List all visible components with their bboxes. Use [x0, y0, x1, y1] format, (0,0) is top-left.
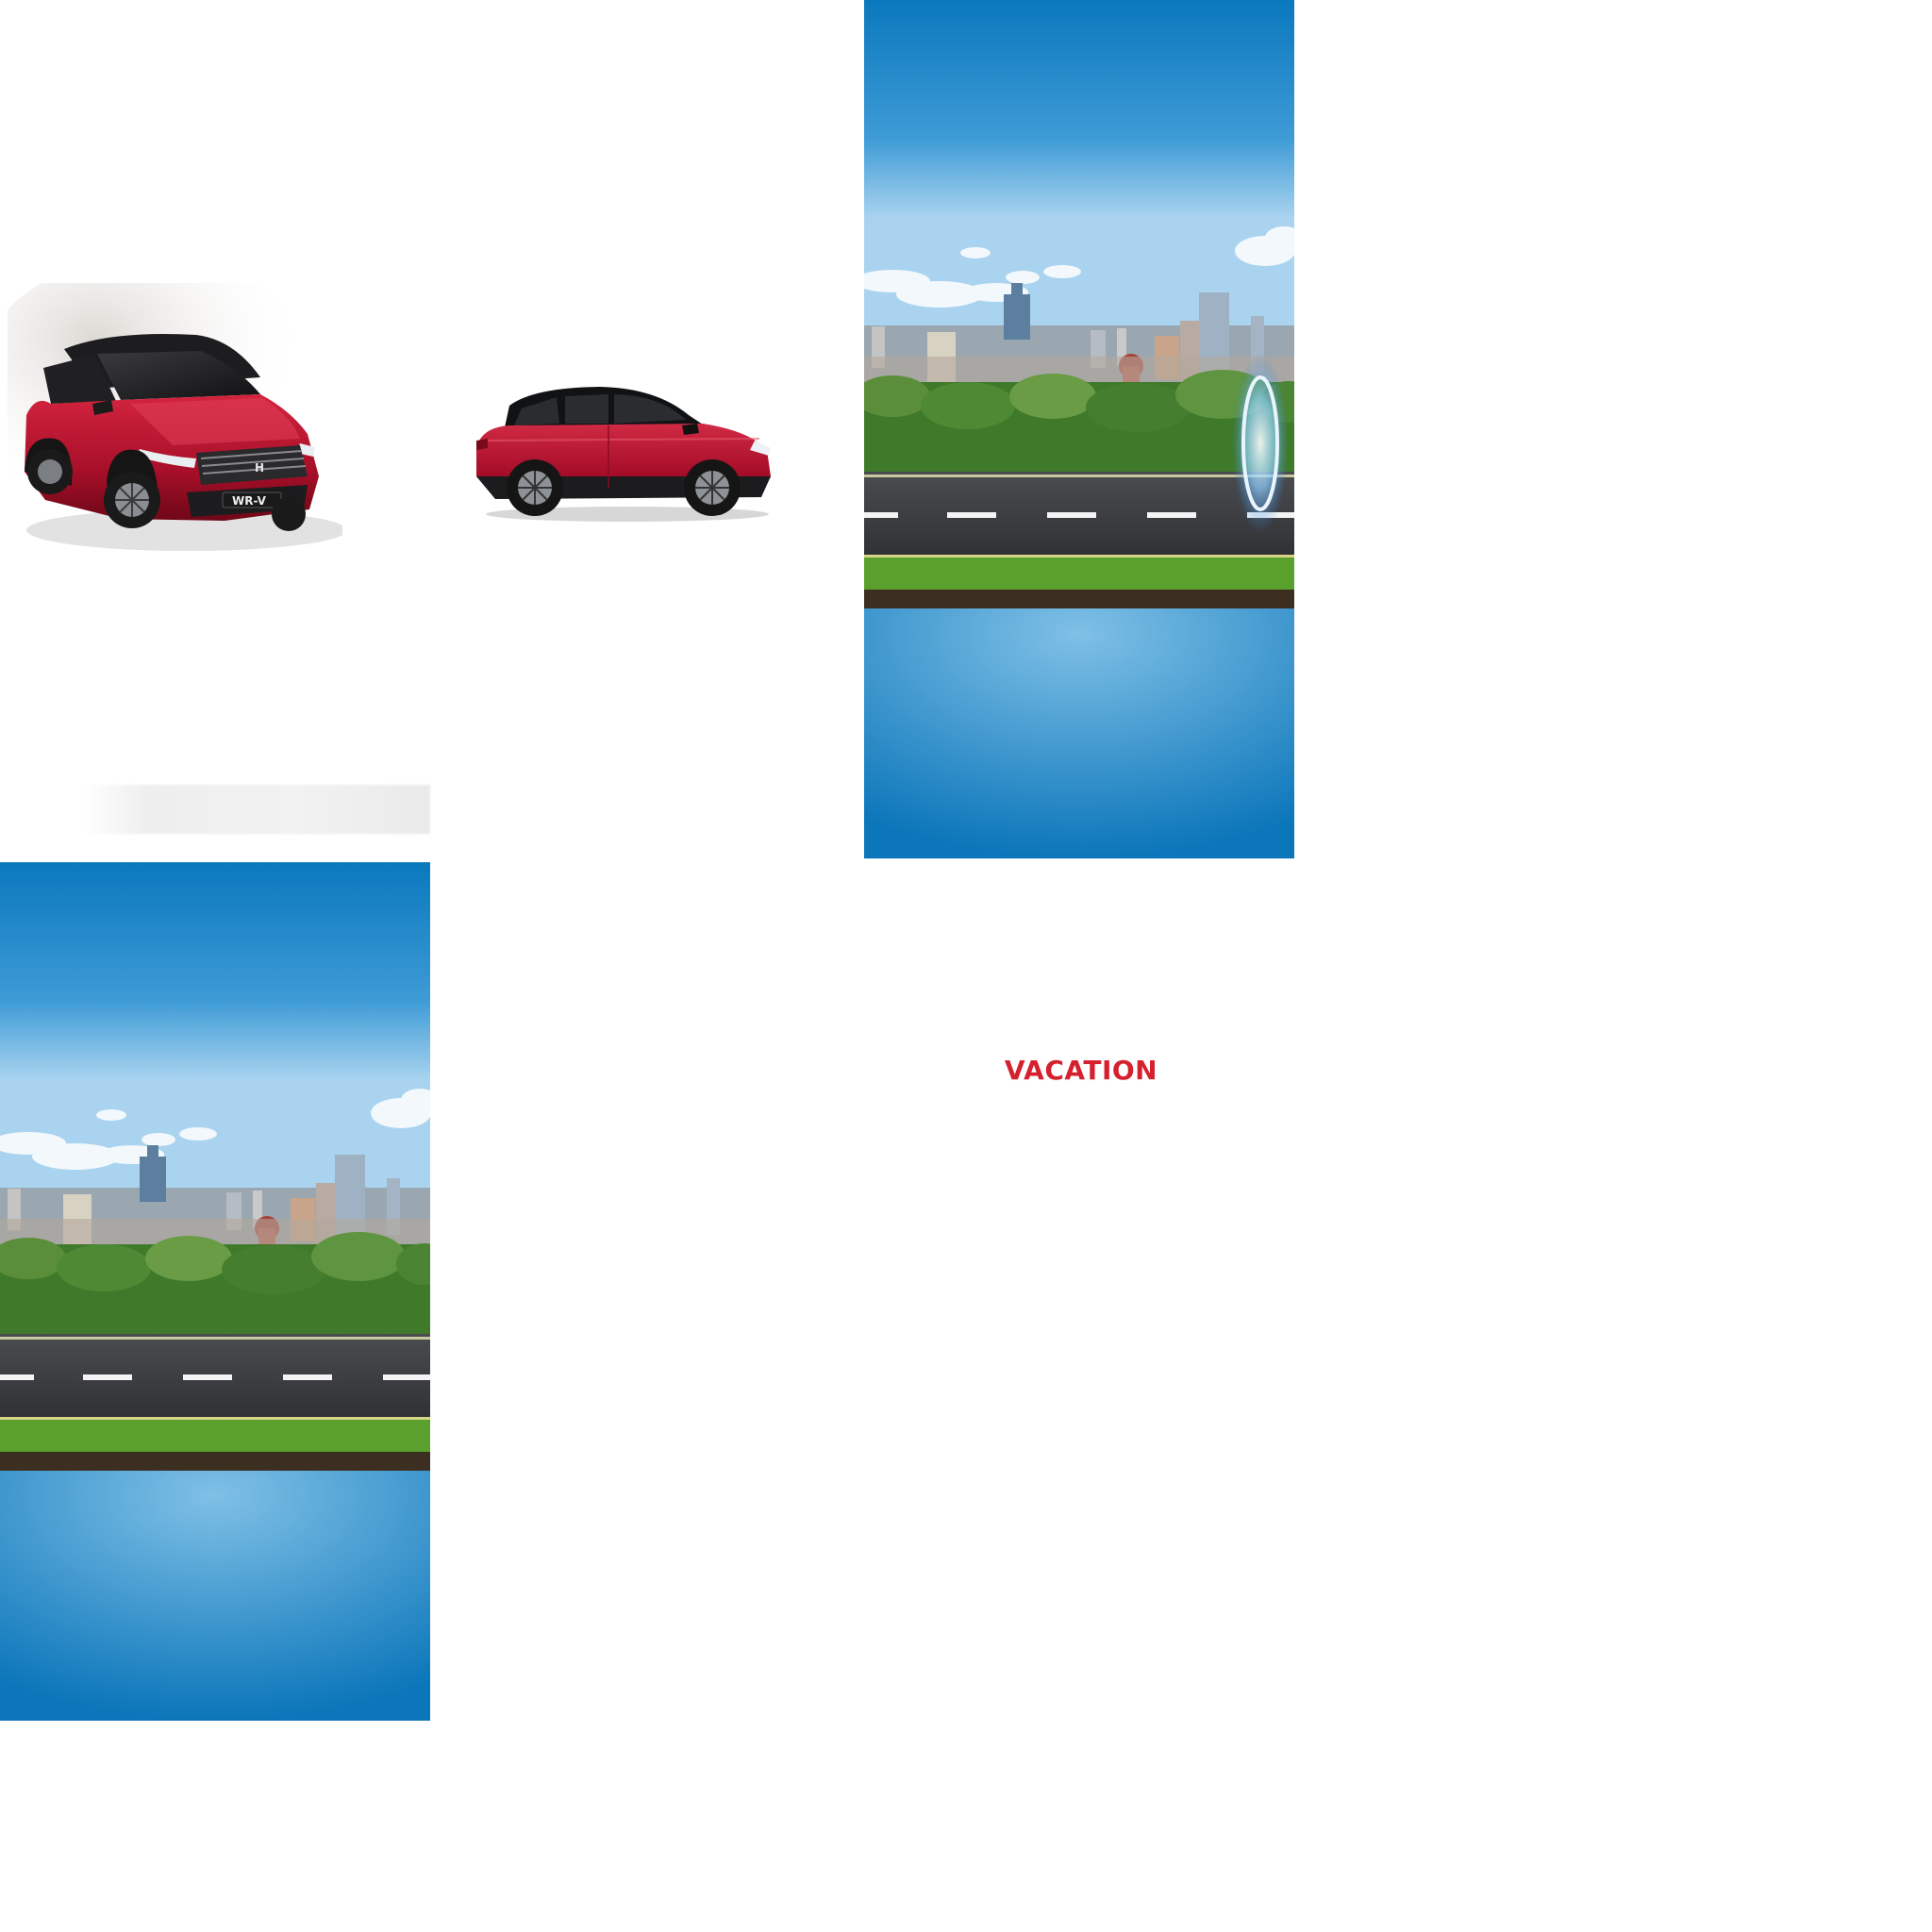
bottom-sky [864, 608, 1294, 858]
road-edge-bottom-2 [0, 1417, 430, 1420]
vacation-tagline: VACATION [1004, 1055, 1158, 1086]
soil-2 [0, 1452, 430, 1471]
city-road-scene-1 [864, 0, 1294, 858]
side-mirror-2 [682, 424, 699, 435]
side-taillight [476, 439, 488, 450]
right-front-wheel [272, 497, 306, 531]
bottom-sky-2 [0, 1471, 430, 1721]
car-front-svg: H WR-V [0, 255, 347, 551]
city-road-scene-2 [0, 862, 430, 1721]
rim-spokes [115, 483, 149, 517]
side-rear-spokes [518, 471, 552, 505]
road-edge-bottom [864, 555, 1294, 558]
treeline [864, 370, 1294, 476]
side-front-spokes [695, 471, 729, 505]
rear-door-window [565, 394, 608, 424]
logo-text: H [255, 461, 264, 475]
shadow-strip [85, 785, 430, 834]
rear-rim [38, 459, 62, 484]
soil [864, 590, 1294, 608]
road-edge-top [864, 475, 1294, 477]
car-side-view-image [467, 382, 778, 525]
car-front-view-image: H WR-V [0, 255, 347, 566]
scene-svg-2 [0, 862, 430, 1721]
car-side-svg [476, 387, 771, 522]
portal [1232, 353, 1289, 534]
scene-svg [864, 0, 1294, 858]
treeline-2 [0, 1232, 430, 1339]
badge-text: WR-V [232, 494, 267, 508]
road-edge-top-2 [0, 1337, 430, 1340]
